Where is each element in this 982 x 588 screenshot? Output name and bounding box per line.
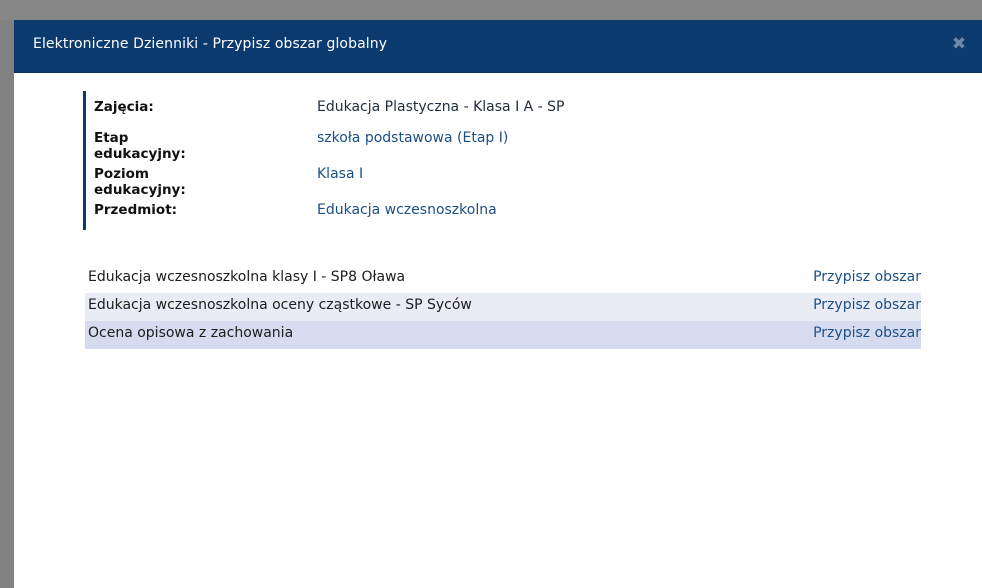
- list-item: Edukacja wczesnoszkolna klasy I - SP8 Oł…: [85, 265, 921, 293]
- info-label: Poziom edukacyjny:: [94, 166, 186, 198]
- area-name: Ocena opisowa z zachowania: [88, 325, 294, 341]
- assign-area-dialog: Elektroniczne Dzienniki - Przypisz obsza…: [14, 20, 982, 588]
- info-value-link[interactable]: Klasa I: [317, 166, 363, 182]
- assign-area-link[interactable]: Przypisz obszar: [813, 325, 921, 341]
- assign-area-link[interactable]: Przypisz obszar: [813, 269, 921, 285]
- info-label: Przedmiot:: [94, 202, 178, 218]
- info-value-link[interactable]: Edukacja wczesnoszkolna: [317, 202, 497, 218]
- dialog-title: Elektroniczne Dzienniki - Przypisz obsza…: [33, 36, 388, 52]
- info-value: Edukacja Plastyczna - Klasa I A - SP: [317, 99, 565, 115]
- info-row-etap: Etap edukacyjny: szkoła podstawowa (Etap…: [83, 122, 508, 162]
- info-label: Zajęcia:: [94, 99, 154, 115]
- dialog-titlebar: Elektroniczne Dzienniki - Przypisz obsza…: [14, 20, 982, 73]
- area-name: Edukacja wczesnoszkolna oceny cząstkowe …: [88, 297, 472, 313]
- info-row-przedmiot: Przedmiot: Edukacja wczesnoszkolna: [83, 194, 497, 230]
- list-item: Ocena opisowa z zachowania Przypisz obsz…: [85, 321, 921, 349]
- list-item: Edukacja wczesnoszkolna oceny cząstkowe …: [85, 293, 921, 321]
- lesson-info: Zajęcia: Edukacja Plastyczna - Klasa I A…: [83, 91, 565, 230]
- assign-area-link[interactable]: Przypisz obszar: [813, 297, 921, 313]
- info-row-zajecia: Zajęcia: Edukacja Plastyczna - Klasa I A…: [83, 91, 565, 122]
- info-value-link[interactable]: szkoła podstawowa (Etap I): [317, 130, 508, 146]
- info-label: Etap edukacyjny:: [94, 130, 186, 162]
- global-areas-list: Edukacja wczesnoszkolna klasy I - SP8 Oł…: [85, 265, 921, 349]
- info-row-poziom: Poziom edukacyjny: Klasa I: [83, 158, 363, 198]
- close-icon[interactable]: ✖: [948, 33, 970, 55]
- area-name: Edukacja wczesnoszkolna klasy I - SP8 Oł…: [88, 269, 406, 285]
